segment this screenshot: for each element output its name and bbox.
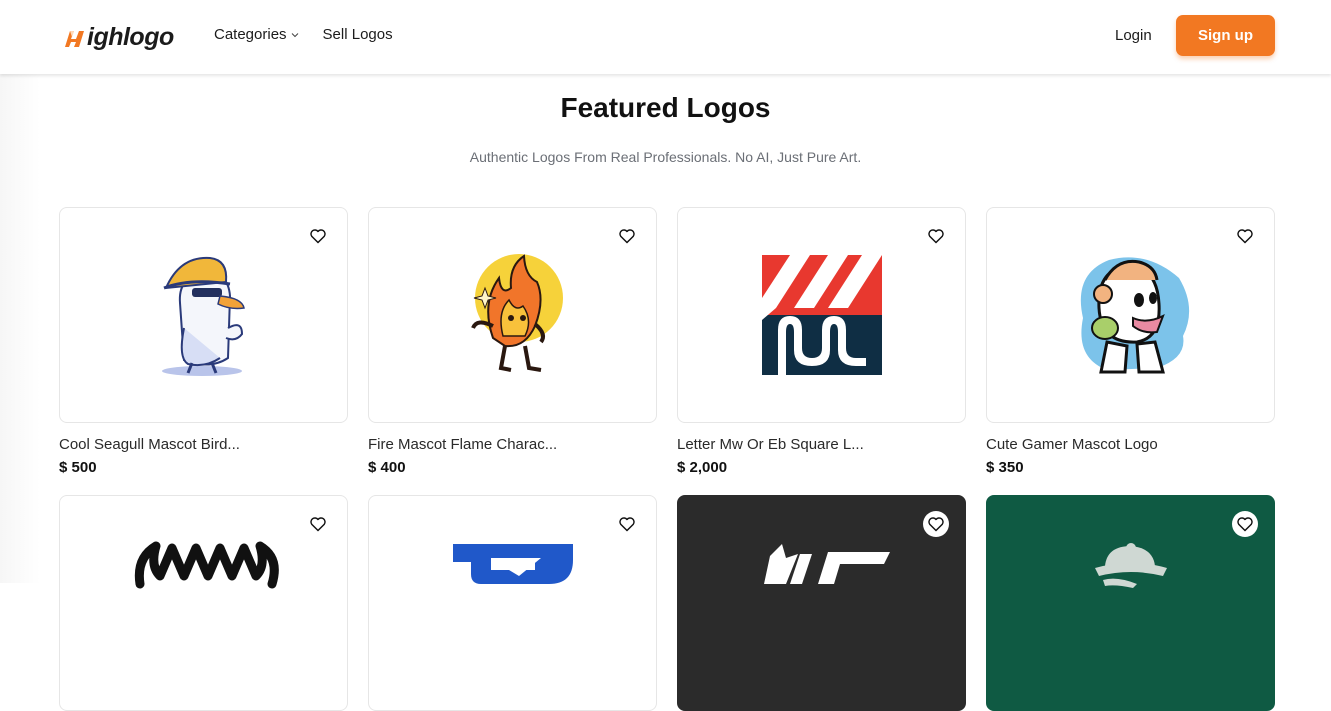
horned-wordmark-art [134,541,279,589]
green-hat-mascot-art [1095,543,1167,588]
heart-icon [310,229,326,244]
dark-letter-mark-art [764,544,890,584]
blue-letter-mark-art [453,544,573,584]
logo-card[interactable]: Fire Mascot Flame Charac... $ 400 [368,207,657,476]
logo-card-price: $ 350 [986,459,1024,476]
nav-categories[interactable]: Categories [214,26,299,43]
favorite-button[interactable] [307,513,329,535]
section-subtitle: Authentic Logos From Real Professionals.… [469,149,862,165]
logo-card[interactable] [368,495,657,711]
logo-card[interactable] [677,495,966,711]
logo-card-image[interactable] [59,207,348,423]
logo-card-price: $ 500 [59,459,97,476]
heart-icon [928,229,944,244]
heart-icon [928,517,944,532]
top-navbar: ighlogo Categories Sell Logos Login Sign… [0,0,1331,74]
heart-icon [1237,229,1253,244]
gamer-mascot-art [1080,257,1190,374]
logo-card-title[interactable]: Cute Gamer Mascot Logo [986,436,1275,453]
logo-card[interactable] [986,495,1275,711]
logo-card[interactable]: Letter Mw Or Eb Square L... $ 2,000 [677,207,966,476]
logo-card-title[interactable]: Letter Mw Or Eb Square L... [677,436,966,453]
logo-card-title[interactable]: Cool Seagull Mascot Bird... [59,436,348,453]
brand-name: ighlogo [87,22,174,51]
logo-card[interactable]: Cool Seagull Mascot Bird... $ 500 [59,207,348,476]
logo-card-image[interactable] [677,207,966,423]
favorite-button[interactable] [616,225,638,247]
logo-card-image[interactable] [986,495,1275,711]
favorite-button[interactable] [1234,225,1256,247]
fire-mascot-art [471,254,563,372]
logo-card-image[interactable] [368,207,657,423]
chevron-down-icon [291,32,298,37]
nav-sell-logos-label: Sell Logos [322,26,393,43]
logo-card[interactable]: Cute Gamer Mascot Logo $ 350 [986,207,1275,476]
logo-card-image[interactable] [368,495,657,711]
letter-mw-art [762,255,882,375]
heart-icon [1237,517,1253,532]
main-nav: Categories Sell Logos [214,26,393,43]
favorite-button[interactable] [616,513,638,535]
heart-icon [619,229,635,244]
nav-sell-logos[interactable]: Sell Logos [323,26,393,43]
logo-card-price: $ 400 [368,459,406,476]
logo-card-image[interactable] [59,495,348,711]
logo-card-image[interactable] [677,495,966,711]
seagull-mascot-art [162,256,245,376]
favorite-button[interactable] [307,225,329,247]
logo-card-price: $ 2,000 [677,459,728,476]
logo-card-image[interactable] [986,207,1275,423]
logo-card-title[interactable]: Fire Mascot Flame Charac... [368,436,657,453]
favorite-button[interactable] [923,511,949,537]
heart-icon [310,517,326,532]
section-title: Featured Logos [560,92,771,123]
favorite-button[interactable] [925,225,947,247]
brand-logo[interactable]: ighlogo [62,22,174,52]
login-link[interactable]: Login [1115,27,1152,44]
signup-button[interactable]: Sign up [1176,15,1275,56]
heart-icon [619,517,635,532]
logo-card[interactable] [59,495,348,711]
favorite-button[interactable] [1232,511,1258,537]
nav-categories-label: Categories [214,26,287,43]
logo-mark-icon [65,31,84,47]
